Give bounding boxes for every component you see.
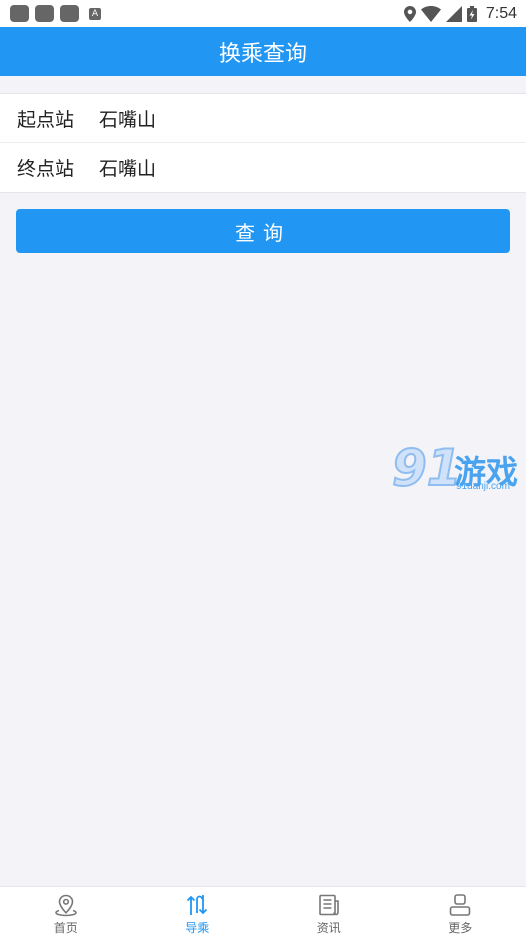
notification-icon (35, 5, 54, 22)
newspaper-icon (317, 893, 341, 917)
start-station-label: 起点站 (0, 105, 99, 132)
watermark-url: 91danji.com (456, 481, 510, 492)
nav-label-home: 首页 (54, 919, 78, 936)
nav-item-more[interactable]: 更多 (395, 887, 526, 943)
watermark-number: 91 (392, 439, 462, 497)
wifi-icon (421, 6, 441, 22)
end-station-field[interactable]: 石嘴山 (99, 154, 156, 181)
clock: 7:54 (486, 5, 517, 23)
nav-item-news[interactable]: 资讯 (263, 887, 395, 943)
start-station-field[interactable]: 石嘴山 (99, 105, 156, 132)
bottom-nav: 首页 导乘 资讯 更多 (0, 886, 526, 943)
transfer-arrows-icon (185, 893, 209, 917)
nav-label-news: 资讯 (317, 919, 341, 936)
start-station-row[interactable]: 起点站 石嘴山 (0, 94, 526, 142)
nav-label-more: 更多 (448, 919, 472, 936)
app-header: 换乘查询 (0, 27, 526, 76)
location-icon (404, 6, 416, 22)
watermark-logo: 91 游戏 91danji.com (392, 445, 526, 497)
notification-icons: A (0, 5, 101, 22)
signal-icon (446, 6, 462, 22)
user-icon (448, 893, 472, 917)
end-station-row[interactable]: 终点站 石嘴山 (0, 142, 526, 191)
query-button-label: 查询 (235, 217, 291, 246)
a-letter-icon: A (89, 8, 101, 20)
status-bar: A 7:54 (0, 0, 526, 27)
end-station-label: 终点站 (0, 154, 99, 181)
query-button[interactable]: 查询 (16, 209, 510, 253)
route-form: 起点站 石嘴山 终点站 石嘴山 (0, 93, 526, 193)
location-pin-icon (54, 893, 78, 917)
battery-icon (467, 6, 477, 22)
notification-icon (60, 5, 79, 22)
system-icons: 7:54 (404, 5, 526, 23)
notification-icon (10, 5, 29, 22)
nav-item-transfer[interactable]: 导乘 (132, 887, 264, 943)
nav-label-transfer: 导乘 (185, 919, 209, 936)
page-title: 换乘查询 (219, 36, 307, 68)
nav-item-home[interactable]: 首页 (0, 887, 132, 943)
